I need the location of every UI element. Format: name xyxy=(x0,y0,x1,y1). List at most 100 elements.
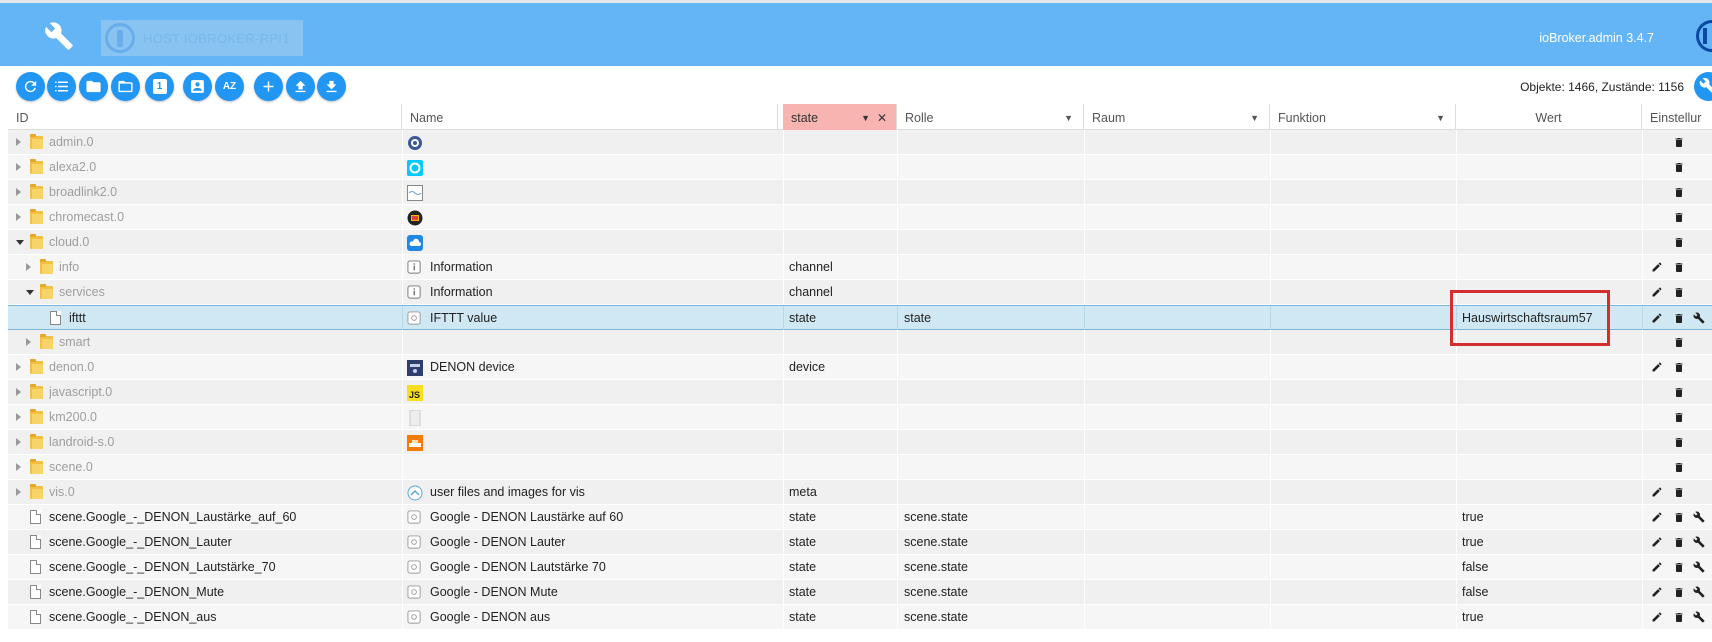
dropdown-arrow-icon[interactable]: ▼ xyxy=(861,104,870,130)
table-row[interactable]: denon.0 DENON device device xyxy=(8,355,1712,380)
delete-icon[interactable] xyxy=(1672,484,1686,500)
delete-icon[interactable] xyxy=(1672,159,1686,175)
wrench-icon[interactable] xyxy=(1692,609,1706,625)
column-name[interactable]: Name xyxy=(402,104,778,130)
table-row[interactable]: admin.0 xyxy=(8,130,1712,155)
table-row[interactable]: broadlink2.0 xyxy=(8,180,1712,205)
list-view-button[interactable] xyxy=(47,72,76,101)
delete-icon[interactable] xyxy=(1672,409,1686,425)
delete-icon[interactable] xyxy=(1672,459,1686,475)
edit-icon[interactable] xyxy=(1650,559,1664,575)
expand-down-icon[interactable] xyxy=(26,290,34,295)
table-row[interactable]: landroid-s.0 xyxy=(8,430,1712,455)
delete-icon[interactable] xyxy=(1672,434,1686,450)
table-row[interactable]: alexa2.0 xyxy=(8,155,1712,180)
wrench-icon[interactable] xyxy=(44,21,74,51)
delete-icon[interactable] xyxy=(1672,559,1686,575)
object-type: state xyxy=(789,535,817,549)
edit-icon[interactable] xyxy=(1650,534,1664,550)
column-room-filter[interactable]: Raum ▼ xyxy=(1084,104,1270,130)
expand-right-icon[interactable] xyxy=(26,263,31,271)
delete-icon[interactable] xyxy=(1672,534,1686,550)
table-row[interactable]: javascript.0 JS xyxy=(8,380,1712,405)
table-row[interactable]: scene.Google_-_DENON_Mute Google - DENON … xyxy=(8,580,1712,605)
download-button[interactable] xyxy=(317,72,346,101)
delete-icon[interactable] xyxy=(1672,359,1686,375)
dropdown-arrow-icon[interactable]: ▼ xyxy=(1250,104,1259,130)
edit-icon[interactable] xyxy=(1650,484,1664,500)
edit-icon[interactable] xyxy=(1650,509,1664,525)
column-divider xyxy=(783,380,784,405)
table-row[interactable]: vis.0 user files and images for vis meta xyxy=(8,480,1712,505)
delete-icon[interactable] xyxy=(1672,234,1686,250)
chromecast-icon xyxy=(407,210,423,226)
delete-icon[interactable] xyxy=(1672,334,1686,350)
edit-icon[interactable] xyxy=(1650,609,1664,625)
dropdown-arrow-icon[interactable]: ▼ xyxy=(1436,104,1445,130)
expand-right-icon[interactable] xyxy=(16,463,21,471)
host-selector[interactable]: HOST IOBROKER-RPI1 xyxy=(101,20,303,56)
expand-all-button[interactable] xyxy=(111,72,140,101)
sort-button[interactable]: AZ xyxy=(215,72,244,101)
delete-icon[interactable] xyxy=(1672,184,1686,200)
expand-right-icon[interactable] xyxy=(16,138,21,146)
upload-button[interactable] xyxy=(286,72,315,101)
expand-right-icon[interactable] xyxy=(16,488,21,496)
wrench-icon[interactable] xyxy=(1692,310,1706,326)
edit-icon[interactable] xyxy=(1650,284,1664,300)
table-row[interactable]: scene.Google_-_DENON_aus Google - DENON a… xyxy=(8,605,1712,630)
table-row[interactable]: scene.Google_-_DENON_Lautstärke_70 Google… xyxy=(8,555,1712,580)
column-role-filter[interactable]: Rolle ▼ xyxy=(897,104,1084,130)
users-button[interactable] xyxy=(183,72,212,101)
refresh-button[interactable] xyxy=(16,72,45,101)
delete-icon[interactable] xyxy=(1672,509,1686,525)
expand-right-icon[interactable] xyxy=(16,163,21,171)
table-row[interactable]: chromecast.0 xyxy=(8,205,1712,230)
column-function-filter[interactable]: Funktion ▼ xyxy=(1270,104,1456,130)
expand-one-level-button[interactable]: 1 xyxy=(145,72,174,101)
dropdown-arrow-icon[interactable]: ▼ xyxy=(1064,104,1073,130)
edit-icon[interactable] xyxy=(1650,359,1664,375)
table-row[interactable]: cloud.0 xyxy=(8,230,1712,255)
delete-icon[interactable] xyxy=(1672,384,1686,400)
collapse-all-button[interactable] xyxy=(79,72,108,101)
wrench-icon[interactable] xyxy=(1692,534,1706,550)
wrench-icon[interactable] xyxy=(1692,584,1706,600)
column-divider xyxy=(897,155,898,180)
edit-icon[interactable] xyxy=(1650,310,1664,326)
column-value[interactable]: Wert xyxy=(1456,104,1642,130)
expand-right-icon[interactable] xyxy=(16,388,21,396)
expand-right-icon[interactable] xyxy=(16,413,21,421)
delete-icon[interactable] xyxy=(1672,609,1686,625)
delete-icon[interactable] xyxy=(1672,284,1686,300)
delete-icon[interactable] xyxy=(1672,259,1686,275)
column-divider xyxy=(1270,306,1271,331)
column-divider xyxy=(402,505,403,530)
table-row[interactable]: scene.Google_-_DENON_Laustärke_auf_60 Goo… xyxy=(8,505,1712,530)
column-divider xyxy=(1642,306,1643,331)
add-object-button[interactable] xyxy=(254,72,283,101)
wrench-icon[interactable] xyxy=(1692,559,1706,575)
column-divider xyxy=(1456,480,1457,505)
table-row[interactable]: scene.Google_-_DENON_Lauter Google - DENO… xyxy=(8,530,1712,555)
delete-icon[interactable] xyxy=(1672,310,1686,326)
clear-filter-icon[interactable]: ✕ xyxy=(877,104,887,130)
expand-right-icon[interactable] xyxy=(16,213,21,221)
expand-right-icon[interactable] xyxy=(16,363,21,371)
edit-icon[interactable] xyxy=(1650,584,1664,600)
expand-right-icon[interactable] xyxy=(16,438,21,446)
table-row[interactable]: scene.0 xyxy=(8,455,1712,480)
edit-icon[interactable] xyxy=(1650,259,1664,275)
column-id[interactable]: ID xyxy=(8,104,402,130)
wrench-icon[interactable] xyxy=(1692,509,1706,525)
delete-icon[interactable] xyxy=(1672,584,1686,600)
expand-right-icon[interactable] xyxy=(26,338,31,346)
delete-icon[interactable] xyxy=(1672,134,1686,150)
table-row[interactable]: km200.0 xyxy=(8,405,1712,430)
expand-right-icon[interactable] xyxy=(16,188,21,196)
delete-icon[interactable] xyxy=(1672,209,1686,225)
column-type-filter[interactable]: state ▼ ✕ xyxy=(783,104,897,130)
column-divider xyxy=(783,430,784,455)
table-row[interactable]: info Information channel xyxy=(8,255,1712,280)
expand-down-icon[interactable] xyxy=(16,240,24,245)
